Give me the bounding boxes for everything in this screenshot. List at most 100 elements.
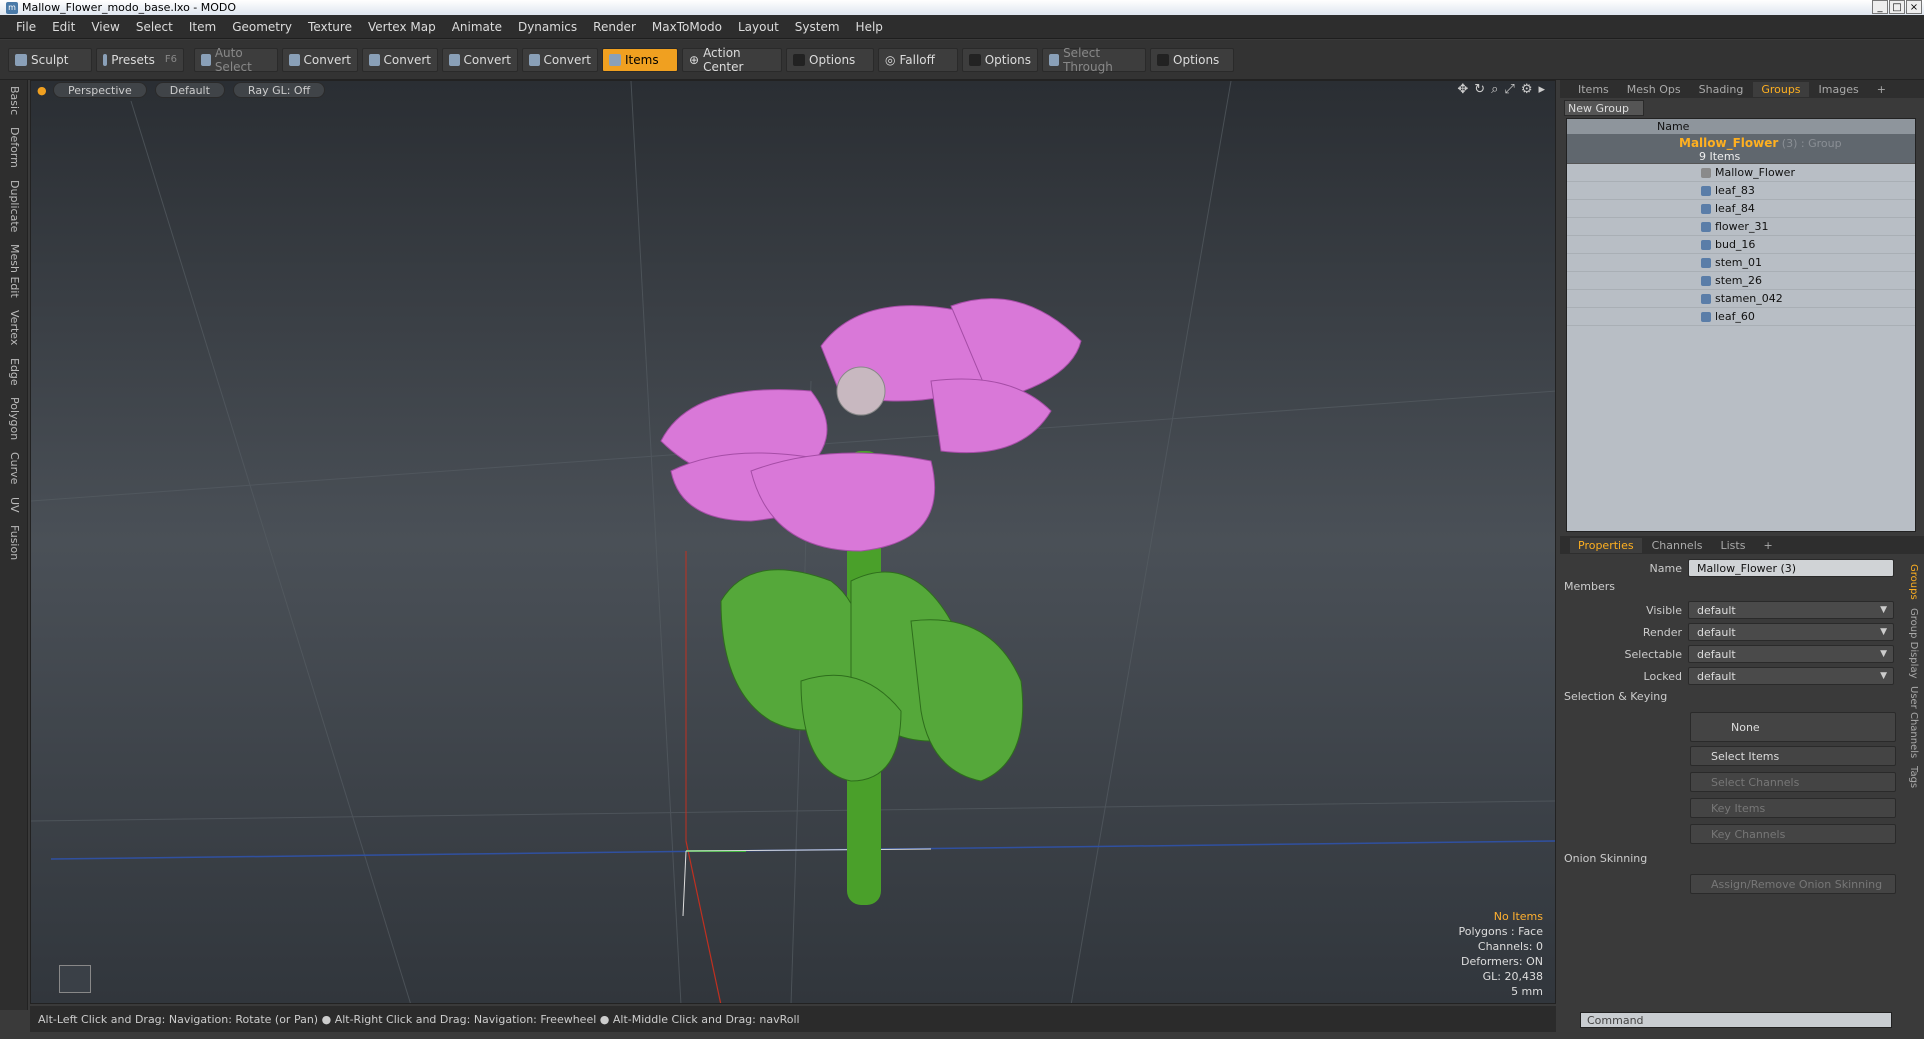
none-button[interactable]: None xyxy=(1690,712,1896,742)
menu-render[interactable]: Render xyxy=(585,20,644,34)
auto-select-button[interactable]: Auto Select xyxy=(194,46,278,74)
menu-view[interactable]: View xyxy=(83,20,127,34)
tree-row[interactable]: flower_31 xyxy=(1567,218,1915,236)
tree-row[interactable]: bud_16 xyxy=(1567,236,1915,254)
name-column-header[interactable]: Name xyxy=(1657,120,1689,133)
options-button-1[interactable]: Options xyxy=(786,47,874,72)
menu-texture[interactable]: Texture xyxy=(300,20,360,34)
options-button-3[interactable]: Options xyxy=(1150,47,1234,72)
convert-button-3[interactable]: Convert xyxy=(442,47,518,72)
axis-gizmo xyxy=(59,965,91,993)
tab-edge[interactable]: Edge xyxy=(8,352,21,392)
select-channels-button[interactable]: Select Channels xyxy=(1690,772,1896,792)
minimize-button[interactable]: _ xyxy=(1872,0,1888,14)
tab-duplicate[interactable]: Duplicate xyxy=(8,174,21,238)
menu-layout[interactable]: Layout xyxy=(730,20,787,34)
selectable-select[interactable]: default ▼ xyxy=(1688,645,1894,663)
vtab-tags[interactable]: Tags xyxy=(1908,762,1919,792)
presets-button[interactable]: Presets F6 xyxy=(96,47,184,72)
tab-mesh-edit[interactable]: Mesh Edit xyxy=(8,238,21,304)
raygl-button[interactable]: Ray GL: Off xyxy=(232,82,326,98)
zoom-icon[interactable]: ⌕ xyxy=(1491,82,1498,97)
tab-vertex[interactable]: Vertex xyxy=(8,304,21,351)
convert-button-1[interactable]: Convert xyxy=(282,47,358,72)
menu-select[interactable]: Select xyxy=(128,20,181,34)
menu-geometry[interactable]: Geometry xyxy=(224,20,300,34)
items-mode-button[interactable]: Items xyxy=(602,47,678,72)
menu-file[interactable]: File xyxy=(8,20,44,34)
members-section[interactable]: Members xyxy=(1564,580,1615,593)
sculpt-button[interactable]: Sculpt xyxy=(8,47,92,72)
name-input[interactable]: Mallow_Flower (3) xyxy=(1688,559,1894,577)
menu-help[interactable]: Help xyxy=(848,20,891,34)
vtab-group-display[interactable]: Group Display xyxy=(1908,604,1919,682)
expand-arrow-icon[interactable]: ▸ xyxy=(1538,82,1545,97)
tree-row[interactable]: leaf_83 xyxy=(1567,182,1915,200)
command-input[interactable]: Command xyxy=(1580,1012,1892,1028)
vtab-groups[interactable]: Groups xyxy=(1908,560,1919,604)
render-select[interactable]: default ▼ xyxy=(1688,623,1894,641)
menu-maxtomodo[interactable]: MaxToModo xyxy=(644,20,730,34)
tab-images[interactable]: Images xyxy=(1811,82,1867,97)
tab-basic[interactable]: Basic xyxy=(8,80,21,121)
menu-system[interactable]: System xyxy=(787,20,848,34)
pan-icon[interactable]: ✥ xyxy=(1457,82,1468,97)
convert-button-4[interactable]: Convert xyxy=(522,47,598,72)
falloff-button[interactable]: ◎ Falloff xyxy=(878,47,958,72)
tab-mesh-ops[interactable]: Mesh Ops xyxy=(1619,82,1689,97)
tree-row[interactable]: Mallow_Flower xyxy=(1567,164,1915,182)
tab-properties[interactable]: Properties xyxy=(1570,537,1642,553)
add-tab-icon[interactable]: + xyxy=(1755,538,1780,553)
shading-default-button[interactable]: Default xyxy=(154,82,225,98)
tab-polygon[interactable]: Polygon xyxy=(8,391,21,446)
key-channels-button[interactable]: Key Channels xyxy=(1690,824,1896,844)
menu-animate[interactable]: Animate xyxy=(444,20,510,34)
convert-icon xyxy=(529,53,540,66)
viewport-menu-icon[interactable]: ● xyxy=(37,84,47,97)
tree-row[interactable]: stem_01 xyxy=(1567,254,1915,272)
maximize-button[interactable]: □ xyxy=(1889,0,1905,14)
tree-row[interactable]: leaf_60 xyxy=(1567,308,1915,326)
group-row-mallow-flower[interactable]: Mallow_Flower (3) : Group 9 Items xyxy=(1567,134,1915,164)
tree-row[interactable]: leaf_84 xyxy=(1567,200,1915,218)
settings-icon[interactable]: ⚙ xyxy=(1521,82,1533,97)
onion-skinning-section[interactable]: Onion Skinning xyxy=(1564,852,1647,865)
view-perspective-button[interactable]: Perspective xyxy=(53,82,147,98)
tab-fusion[interactable]: Fusion xyxy=(8,519,21,566)
3d-viewport[interactable]: ● Perspective Default Ray GL: Off ✥ ↻ ⌕ … xyxy=(30,80,1556,1004)
tab-groups[interactable]: Groups xyxy=(1753,81,1809,97)
action-center-button[interactable]: ⊕ Action Center xyxy=(682,46,782,74)
assign-onion-button[interactable]: Assign/Remove Onion Skinning xyxy=(1690,874,1896,894)
locked-select[interactable]: default ▼ xyxy=(1688,667,1894,685)
options-checkbox-icon xyxy=(793,53,805,66)
menu-item[interactable]: Item xyxy=(181,20,224,34)
tab-items[interactable]: Items xyxy=(1570,82,1617,97)
close-button[interactable]: × xyxy=(1906,0,1922,14)
vtab-user-channels[interactable]: User Channels xyxy=(1908,682,1919,762)
menu-edit[interactable]: Edit xyxy=(44,20,83,34)
select-through-button[interactable]: Select Through xyxy=(1042,46,1146,74)
selection-keying-section[interactable]: Selection & Keying xyxy=(1564,690,1667,703)
tab-uv[interactable]: UV xyxy=(8,491,21,519)
tree-row[interactable]: stamen_042 xyxy=(1567,290,1915,308)
tab-deform[interactable]: Deform xyxy=(8,121,21,174)
tab-curve[interactable]: Curve xyxy=(8,446,21,490)
visible-select[interactable]: default ▼ xyxy=(1688,601,1894,619)
new-group-button[interactable]: New Group xyxy=(1564,100,1644,116)
select-items-button[interactable]: Select Items xyxy=(1690,746,1896,766)
tree-row[interactable]: stem_26 xyxy=(1567,272,1915,290)
mesh-icon xyxy=(1701,311,1711,322)
tab-channels[interactable]: Channels xyxy=(1644,538,1711,553)
options-button-2[interactable]: Options xyxy=(962,47,1038,72)
fit-icon[interactable]: ⤢ xyxy=(1504,82,1514,97)
tab-shading[interactable]: Shading xyxy=(1691,82,1752,97)
key-items-button[interactable]: Key Items xyxy=(1690,798,1896,818)
status-bar: Alt-Left Click and Drag: Navigation: Rot… xyxy=(30,1006,1556,1032)
rotate-icon[interactable]: ↻ xyxy=(1474,82,1485,97)
status-text: Alt-Left Click and Drag: Navigation: Rot… xyxy=(38,1012,800,1026)
menu-dynamics[interactable]: Dynamics xyxy=(510,20,585,34)
tab-lists[interactable]: Lists xyxy=(1713,538,1754,553)
convert-button-2[interactable]: Convert xyxy=(362,47,438,72)
menu-vertex-map[interactable]: Vertex Map xyxy=(360,20,444,34)
add-tab-icon[interactable]: + xyxy=(1869,82,1894,97)
